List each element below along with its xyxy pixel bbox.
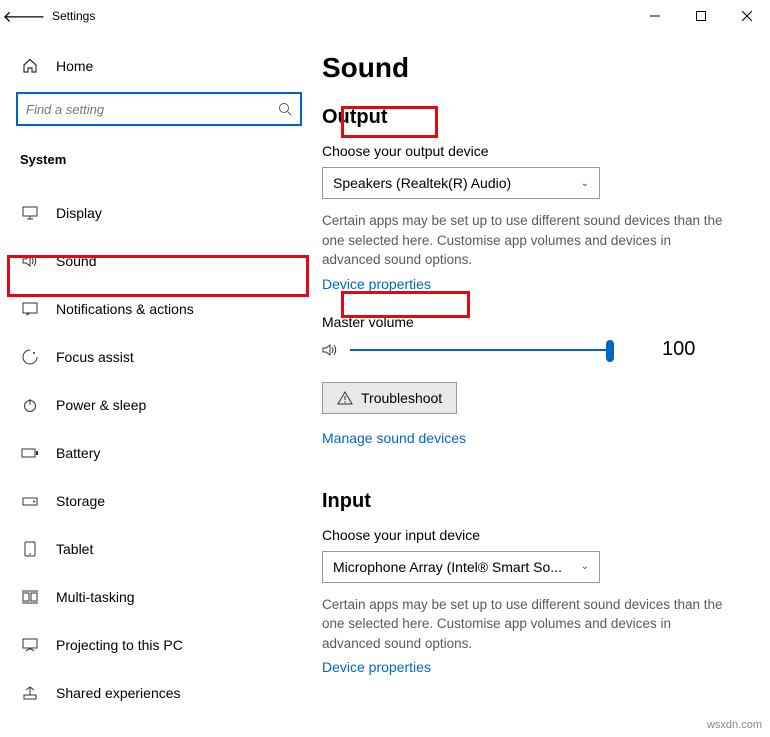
output-device-dropdown[interactable]: Speakers (Realtek(R) Audio) ⌄ — [322, 167, 600, 199]
sidebar-item-focus-assist[interactable]: Focus assist — [0, 333, 318, 381]
chevron-down-icon: ⌄ — [581, 561, 589, 572]
sidebar-item-tablet[interactable]: Tablet — [0, 525, 318, 573]
input-help-text: Certain apps may be set up to use differ… — [322, 595, 732, 654]
output-heading: Output — [322, 106, 388, 129]
sound-icon — [20, 254, 40, 268]
battery-icon — [20, 447, 40, 459]
input-device-properties-link[interactable]: Device properties — [322, 659, 431, 675]
category-header: System — [0, 144, 318, 175]
sidebar-item-label: Tablet — [40, 541, 93, 557]
search-box[interactable] — [16, 92, 302, 126]
warning-icon — [337, 391, 353, 405]
sidebar-item-display[interactable]: Display — [0, 189, 318, 237]
output-device-properties-link[interactable]: Device properties — [322, 276, 431, 292]
sidebar: Home System Display Sound Notifications … — [0, 32, 318, 737]
slider-track — [350, 349, 610, 351]
close-button[interactable] — [724, 0, 770, 32]
chevron-down-icon: ⌄ — [581, 178, 589, 189]
power-icon — [20, 397, 40, 413]
maximize-button[interactable] — [678, 0, 724, 32]
back-button[interactable]: 🡐 — [0, 6, 48, 27]
output-help-text: Certain apps may be set up to use differ… — [322, 211, 732, 270]
tablet-icon — [20, 541, 40, 557]
sidebar-item-label: Power & sleep — [40, 397, 146, 413]
sidebar-item-label: Storage — [40, 493, 105, 509]
sidebar-item-storage[interactable]: Storage — [0, 477, 318, 525]
home-label: Home — [40, 58, 93, 74]
sidebar-item-label: Sound — [40, 253, 96, 269]
home-icon — [20, 58, 40, 74]
sidebar-item-battery[interactable]: Battery — [0, 429, 318, 477]
sidebar-item-label: Battery — [40, 445, 100, 461]
maximize-icon — [696, 11, 706, 21]
sidebar-item-label: Focus assist — [40, 349, 134, 365]
page-title: Sound — [322, 52, 760, 84]
master-volume-slider[interactable] — [350, 338, 610, 362]
sidebar-item-label: Shared experiences — [40, 685, 181, 701]
volume-icon[interactable] — [322, 342, 340, 358]
sidebar-item-multitasking[interactable]: Multi-tasking — [0, 573, 318, 621]
slider-thumb[interactable] — [606, 340, 614, 362]
manage-sound-devices-link[interactable]: Manage sound devices — [322, 430, 466, 446]
sidebar-item-label: Projecting to this PC — [40, 637, 183, 653]
focus-assist-icon — [20, 349, 40, 365]
close-icon — [742, 11, 752, 21]
multitasking-icon — [20, 590, 40, 604]
master-volume-value: 100 — [662, 338, 695, 361]
search-input[interactable] — [26, 102, 278, 117]
main-content: Sound Output Choose your output device S… — [318, 32, 770, 737]
input-device-dropdown[interactable]: Microphone Array (Intel® Smart So... ⌄ — [322, 551, 600, 583]
projecting-icon — [20, 638, 40, 652]
notifications-icon — [20, 302, 40, 316]
input-device-value: Microphone Array (Intel® Smart So... — [333, 559, 562, 575]
minimize-button[interactable] — [632, 0, 678, 32]
watermark: wsxdn.com — [707, 719, 762, 731]
sidebar-item-label: Notifications & actions — [40, 301, 194, 317]
home-nav[interactable]: Home — [0, 52, 318, 88]
storage-icon — [20, 495, 40, 507]
sidebar-item-label: Display — [40, 205, 102, 221]
search-icon — [278, 102, 292, 116]
sidebar-item-notifications[interactable]: Notifications & actions — [0, 285, 318, 333]
display-icon — [20, 206, 40, 220]
troubleshoot-button[interactable]: Troubleshoot — [322, 382, 457, 414]
output-device-value: Speakers (Realtek(R) Audio) — [333, 175, 511, 191]
input-device-label: Choose your input device — [322, 527, 760, 543]
sidebar-item-projecting[interactable]: Projecting to this PC — [0, 621, 318, 669]
sidebar-item-sound[interactable]: Sound — [0, 237, 318, 285]
troubleshoot-label: Troubleshoot — [361, 390, 442, 406]
minimize-icon — [650, 11, 660, 21]
sidebar-item-shared-experiences[interactable]: Shared experiences — [0, 669, 318, 717]
input-heading: Input — [322, 490, 371, 513]
window-title: Settings — [48, 9, 95, 23]
output-device-label: Choose your output device — [322, 143, 760, 159]
sidebar-item-label: Multi-tasking — [40, 589, 135, 605]
sidebar-item-power-sleep[interactable]: Power & sleep — [0, 381, 318, 429]
master-volume-label: Master volume — [322, 314, 760, 330]
shared-icon — [20, 686, 40, 700]
